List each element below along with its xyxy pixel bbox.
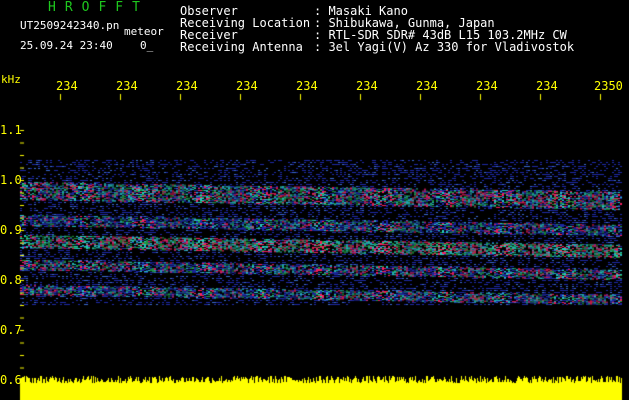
x-tick: 234 (356, 80, 378, 92)
datetime-suffix: 0_ (140, 39, 154, 52)
file-tag: meteor (124, 25, 164, 38)
y-tick: 0.8 (0, 273, 22, 287)
x-tick: 234 (296, 80, 318, 92)
x-tick: 234 (536, 80, 558, 92)
x-tick: 234 (236, 80, 258, 92)
x-tick: 2350 (594, 80, 623, 92)
y-tick: 0.9 (0, 223, 22, 237)
file-name: UT2509242340.pn (20, 19, 120, 32)
x-tick: 234 (416, 80, 438, 92)
antenna-label: Receiving Antenna (180, 40, 303, 54)
x-tick: 234 (56, 80, 78, 92)
y-tick: 1.1 (0, 123, 22, 137)
y-tick: 0.6 (0, 373, 22, 387)
y-tick: 1.0 (0, 173, 22, 187)
x-tick: 234 (116, 80, 138, 92)
app-brand: HROFFT (48, 0, 149, 15)
x-tick: 234 (176, 80, 198, 92)
x-tick: 234 (476, 80, 498, 92)
y-axis-unit: kHz (1, 73, 21, 86)
spectrogram-canvas (0, 0, 629, 400)
y-tick: 0.7 (0, 323, 22, 337)
antenna-value: : 3el Yagi(V) Az 330 for Vladivostok (314, 40, 575, 54)
observation-datetime: 25.09.24 23:40 (20, 39, 113, 52)
